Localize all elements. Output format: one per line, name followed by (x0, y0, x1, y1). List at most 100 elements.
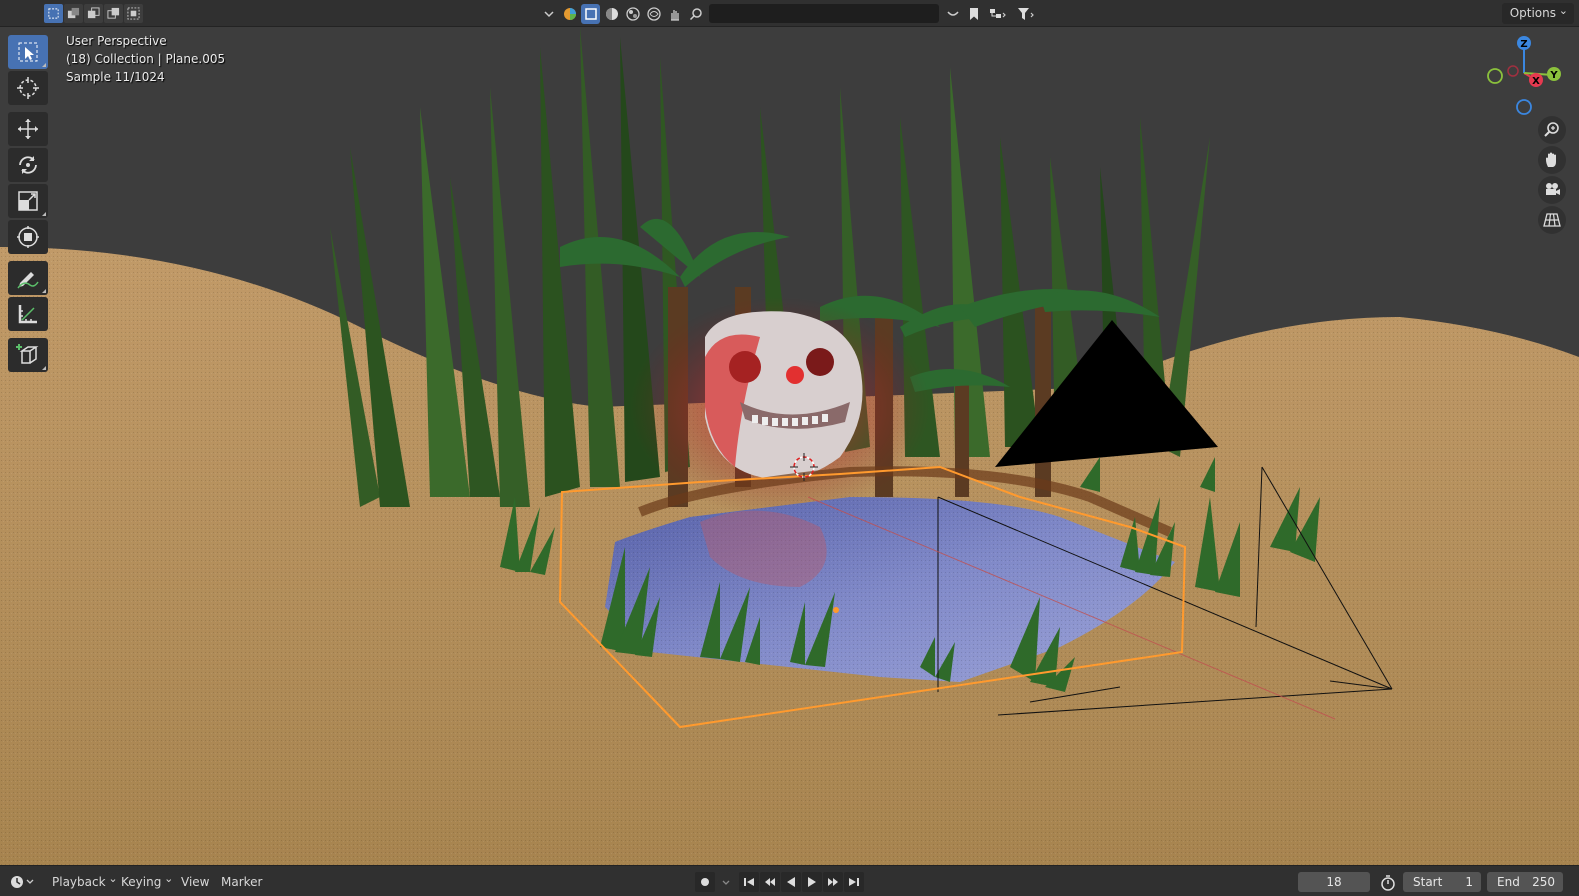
select-subtract-icon (87, 7, 100, 19)
playback-menu[interactable]: Playback (46, 869, 122, 892)
zoom-magnifier-icon (1544, 122, 1559, 137)
x-axis-label: X (1532, 76, 1540, 87)
jump-to-end-button[interactable] (844, 872, 864, 892)
playback-controls (739, 872, 864, 892)
perspective-toggle-button[interactable] (1538, 206, 1566, 234)
search-input[interactable] (709, 4, 939, 23)
keying-options-dropdown[interactable] (716, 872, 736, 892)
search-icon (689, 7, 702, 20)
chevron-down-icon (543, 10, 554, 17)
view-menu[interactable]: View (175, 872, 215, 892)
jump-start-icon (744, 878, 754, 886)
cursor-icon (17, 77, 39, 99)
rendered-shading-button[interactable] (644, 4, 663, 24)
overlay-curve-icon (946, 10, 959, 16)
add-cube-tool[interactable] (8, 338, 48, 372)
hand-options-icon (670, 9, 679, 21)
transform-tool[interactable] (8, 220, 48, 254)
auto-keying-group (695, 872, 736, 892)
jump-to-next-keyframe-button[interactable] (823, 872, 843, 892)
jump-to-start-button[interactable] (739, 872, 759, 892)
view-dropdown-button[interactable] (539, 4, 558, 24)
collection-info-label: (18) Collection | Plane.005 (66, 52, 226, 66)
annotate-tool[interactable] (8, 261, 48, 295)
current-frame-value: 18 (1326, 875, 1342, 889)
measure-tool[interactable] (8, 297, 48, 331)
use-preview-range-toggle[interactable] (1378, 873, 1398, 893)
rendered-scene[interactable] (0, 27, 1579, 865)
overlay-visibility-button[interactable] (943, 4, 962, 24)
end-frame-field[interactable]: End 250 (1487, 872, 1563, 892)
grid-perspective-icon (1543, 213, 1561, 227)
select-extend-icon (67, 7, 80, 19)
shading-options-button[interactable] (665, 4, 684, 24)
rendered-shading-icon (646, 6, 661, 21)
play-reverse-button[interactable] (781, 872, 801, 892)
cursor-tool[interactable] (8, 71, 48, 105)
zoom-view-button[interactable] (1538, 116, 1566, 144)
marker-menu[interactable]: Marker (215, 872, 268, 892)
jump-to-prev-keyframe-button[interactable] (760, 872, 780, 892)
camera-view-button[interactable] (1538, 176, 1566, 204)
blender-window: Options ⌄ User Perspective (18) Collecti… (0, 0, 1579, 896)
hierarchy-button[interactable] (985, 4, 1011, 24)
object-types-button[interactable] (560, 4, 579, 24)
select-box-icon (18, 42, 38, 62)
start-frame-field[interactable]: Start 1 (1403, 872, 1481, 892)
jump-end-icon (849, 878, 859, 886)
end-frame-label: End (1497, 875, 1520, 889)
select-intersect-mode-button[interactable] (124, 4, 143, 23)
camera-icon (1546, 183, 1560, 195)
select-subtract-mode-button[interactable] (84, 4, 103, 23)
bookmark-button[interactable] (964, 4, 983, 24)
chevron-down-icon (722, 880, 730, 885)
start-frame-value: 1 (1465, 875, 1473, 889)
navigation-gizmo[interactable]: Z X Y (1484, 33, 1570, 119)
selection-mode-group (44, 4, 143, 23)
move-icon (18, 119, 38, 139)
add-cube-icon (16, 344, 39, 364)
select-box-tool[interactable] (8, 35, 48, 69)
material-shading-button[interactable] (623, 4, 642, 24)
object-type-visibility-icon (563, 7, 576, 20)
select-new-icon (48, 8, 59, 19)
prev-keyframe-icon (765, 878, 775, 886)
rotate-icon (19, 156, 37, 174)
solid-shading-button[interactable] (602, 4, 621, 24)
select-new-mode-button[interactable] (44, 4, 63, 23)
current-frame-field[interactable]: 18 (1298, 872, 1370, 892)
scale-tool[interactable] (8, 184, 48, 218)
header-center-controls (539, 3, 1039, 24)
filter-button[interactable] (1013, 4, 1039, 24)
rotate-tool[interactable] (8, 148, 48, 182)
transform-icon (17, 226, 39, 248)
view-name-label: User Perspective (66, 34, 167, 48)
z-axis-label: Z (1520, 39, 1527, 50)
timeline-header: Playback Keying View Marker (0, 865, 1579, 896)
options-dropdown[interactable]: Options (1501, 0, 1574, 24)
wireframe-icon (584, 7, 597, 20)
wireframe-shading-button[interactable] (581, 3, 600, 24)
3d-viewport[interactable]: User Perspective (18) Collection | Plane… (0, 27, 1579, 865)
neg-z-axis-handle (1516, 99, 1532, 115)
object-origin-dot (833, 607, 839, 613)
select-intersect-icon (127, 7, 140, 20)
play-reverse-icon (787, 877, 795, 887)
play-icon (808, 877, 816, 887)
move-tool[interactable] (8, 112, 48, 146)
measure-ruler-icon (18, 305, 37, 324)
pan-view-button[interactable] (1538, 146, 1566, 174)
filter-icon (1018, 7, 1034, 20)
record-dot-icon (701, 878, 709, 886)
annotate-pencil-icon (17, 272, 39, 289)
select-extend-mode-button[interactable] (64, 4, 83, 23)
select-invert-mode-button[interactable] (104, 4, 123, 23)
auto-keying-toggle[interactable] (695, 872, 715, 892)
editor-type-button[interactable] (6, 871, 40, 892)
play-button[interactable] (802, 872, 822, 892)
end-frame-value: 250 (1532, 875, 1555, 889)
material-preview-icon (625, 6, 640, 21)
stopwatch-icon (1381, 875, 1395, 891)
search-button[interactable] (686, 4, 705, 24)
keying-menu[interactable]: Keying (115, 869, 177, 892)
